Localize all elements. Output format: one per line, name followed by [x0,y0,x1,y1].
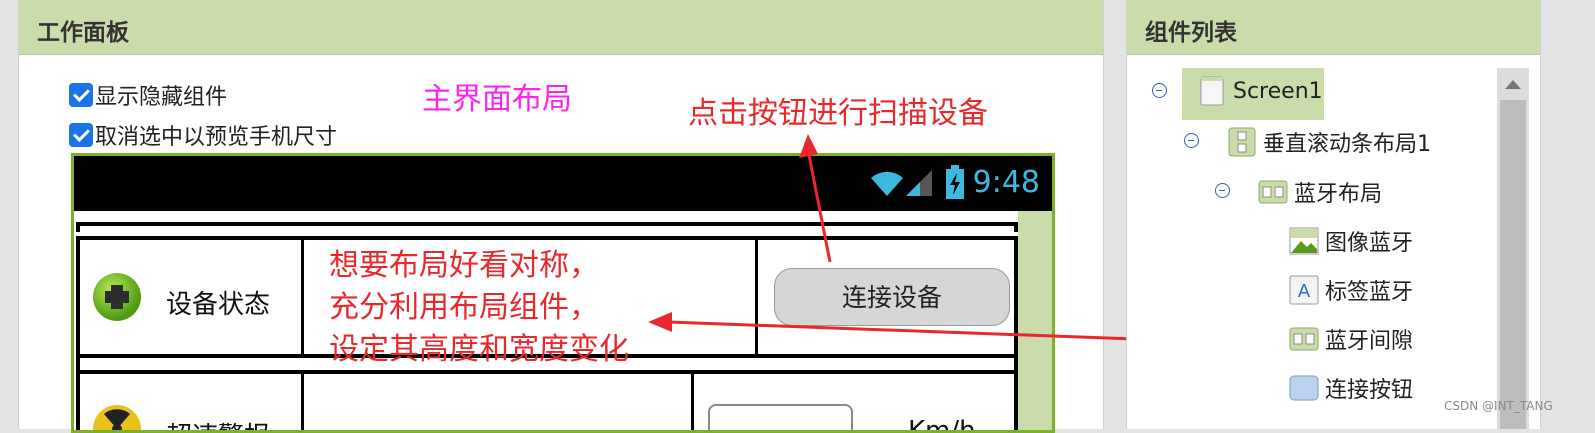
component-tree-scrollbar[interactable] [1497,68,1529,429]
svg-text:A: A [1298,281,1311,302]
button-icon [1289,375,1319,401]
tree-item-label: 连接按钮 [1325,378,1414,403]
component-panel-header: 组件列表 [1127,0,1540,55]
component-panel-title: 组件列表 [1145,20,1237,46]
scrollbar-thumb[interactable] [1500,100,1526,429]
tree-item-bluetooth-layout[interactable]: 蓝牙布局 [1258,176,1382,208]
horizontal-layout-icon [1289,327,1319,351]
collapse-toggle[interactable] [1184,133,1199,148]
watermark: CSDN @INT_TANG [1444,399,1553,413]
component-tree-panel: 组件列表 Screen1 垂直滚动条布局1 蓝牙布局 图像蓝牙 A 标签蓝牙 蓝… [1126,0,1541,429]
tree-item-screen1[interactable]: Screen1 [1197,76,1323,106]
image-icon [1289,227,1319,255]
screen-icon [1200,76,1224,106]
tree-item-connect-button[interactable]: 连接按钮 [1289,372,1413,404]
tree-item-label: 垂直滚动条布局1 [1263,132,1431,157]
tree-item-label-bluetooth[interactable]: A 标签蓝牙 [1289,274,1413,306]
horizontal-layout-icon [1258,180,1288,204]
label-icon: A [1289,275,1319,305]
tree-item-label: Screen1 [1233,78,1323,104]
tree-item-label: 标签蓝牙 [1325,280,1414,305]
tree-item-vertical-scroll-layout[interactable]: 垂直滚动条布局1 [1227,126,1431,158]
vertical-scroll-layout-icon [1228,127,1256,157]
tree-item-label: 蓝牙间隙 [1325,329,1414,354]
tree-item-label: 蓝牙布局 [1294,182,1383,207]
tree-item-bluetooth-spacer[interactable]: 蓝牙间隙 [1289,323,1413,355]
tree-item-image-bluetooth[interactable]: 图像蓝牙 [1289,225,1413,257]
collapse-toggle[interactable] [1215,183,1230,198]
scroll-up-arrow-icon[interactable] [1505,80,1521,89]
tree-item-label: 图像蓝牙 [1325,231,1414,256]
collapse-toggle[interactable] [1152,83,1167,98]
